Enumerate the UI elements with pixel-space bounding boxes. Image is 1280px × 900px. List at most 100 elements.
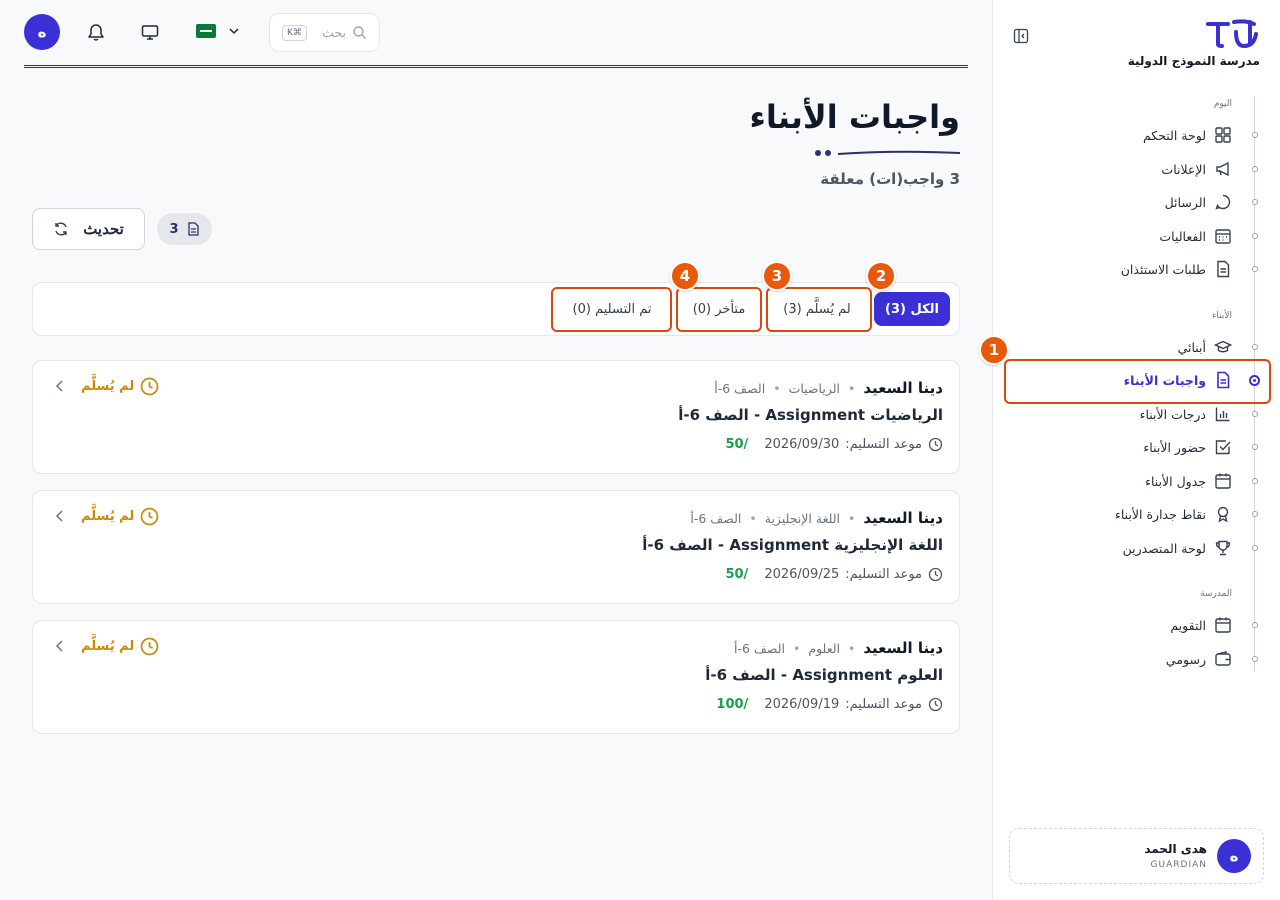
student-name: دينا السعيد: [863, 379, 943, 397]
clock-icon: [928, 567, 943, 582]
search-input[interactable]: بحث K⌘: [269, 13, 380, 52]
calendar-icon: [1215, 617, 1231, 633]
sidebar-item[interactable]: حضور الأبناء: [1012, 431, 1280, 463]
assignment-card[interactable]: دينا السعيد • الرياضيات • الصف 6-أ الريا…: [32, 360, 960, 474]
nav-dot: [1252, 266, 1258, 272]
clock-icon: [928, 697, 943, 712]
nav-dot: [1252, 411, 1258, 417]
tab-all[interactable]: الكل (3): [874, 292, 950, 326]
nav-dot: [1252, 132, 1258, 138]
sidebar-item-label: رسومي: [1165, 651, 1206, 667]
assignment-card[interactable]: دينا السعيد • اللغة الإنجليزية • الصف 6-…: [32, 490, 960, 604]
due-label: موعد التسليم:: [845, 697, 922, 712]
sidebar-item[interactable]: جدول الأبناء: [1012, 465, 1280, 497]
subject-name: العلوم: [808, 640, 841, 656]
assignment-title: الرياضيات Assignment - الصف 6-أ: [678, 406, 943, 424]
due-date: 2026/09/25: [764, 567, 840, 582]
sidebar-item[interactable]: الفعاليات: [1012, 220, 1280, 252]
bar-chart-icon: [1215, 407, 1230, 422]
sidebar-item-label: واجبات الأبناء: [1123, 372, 1206, 388]
sidebar-item[interactable]: واجبات الأبناء: [1012, 364, 1280, 396]
language-selector[interactable]: [196, 24, 240, 38]
refresh-button[interactable]: تحديث: [32, 208, 145, 250]
callout-1: 1: [979, 335, 1009, 365]
callout-2: 2: [866, 261, 896, 291]
sidebar-item-label: الرسائل: [1164, 194, 1206, 210]
sidebar-item[interactable]: التقويم: [1012, 609, 1280, 641]
search-shortcut: K⌘: [282, 24, 307, 41]
section-children: الأبناء: [1212, 311, 1232, 321]
max-points: 50/: [725, 567, 749, 582]
sidebar-item-label: جدول الأبناء: [1145, 473, 1206, 489]
refresh-label: تحديث: [83, 221, 124, 238]
sidebar-item[interactable]: رسومي: [1012, 643, 1280, 675]
document-icon: [187, 222, 199, 236]
max-points: 50/: [725, 437, 749, 452]
tab-not-submitted[interactable]: لم يُسلَّم (3): [766, 292, 868, 326]
assignment-meta: دينا السعيد • الرياضيات • الصف 6-أ: [714, 379, 943, 397]
sidebar-item[interactable]: الرسائل: [1012, 186, 1280, 218]
user-card[interactable]: ه هدى الحمد GUARDIAN: [1009, 828, 1264, 884]
sidebar-item-label: طلبات الاستئذان: [1120, 261, 1206, 277]
due-label: موعد التسليم:: [845, 567, 922, 582]
dashboard-icon: [1215, 127, 1231, 143]
profile-avatar[interactable]: ه: [24, 14, 60, 50]
assignment-title: العلوم Assignment - الصف 6-أ: [705, 666, 943, 684]
sidebar-item[interactable]: أبنائي: [1012, 331, 1280, 363]
title-underline: [815, 150, 960, 156]
chevron-down-icon: [229, 28, 239, 35]
sidebar-item[interactable]: لوحة التحكم: [1012, 119, 1280, 151]
nav-dot: [1252, 545, 1258, 551]
student-name: دينا السعيد: [863, 639, 943, 657]
tab-submitted[interactable]: تم التسليم (0): [552, 292, 672, 326]
clock-icon: [140, 637, 159, 656]
status-badge: لم يُسلَّم: [81, 377, 159, 396]
monitor-icon[interactable]: [140, 22, 160, 42]
chevron-left-icon[interactable]: [53, 379, 67, 393]
separator-dot: •: [792, 640, 801, 656]
nav-dot: [1252, 233, 1258, 239]
bell-icon[interactable]: [86, 22, 106, 42]
sidebar-item-label: الفعاليات: [1159, 228, 1206, 244]
status-label: لم يُسلَّم: [81, 379, 135, 394]
tab-late[interactable]: متأخر (0): [678, 292, 760, 326]
chat-icon: [1215, 194, 1231, 210]
due-label: موعد التسليم:: [845, 437, 922, 452]
nav-dot: [1252, 166, 1258, 172]
page-title: واجبات الأبناء: [749, 98, 960, 136]
sidebar-item-label: أبنائي: [1177, 339, 1206, 355]
clock-icon: [140, 507, 159, 526]
user-name: هدى الحمد: [1144, 842, 1207, 856]
sidebar-item-label: حضور الأبناء: [1143, 439, 1206, 455]
user-avatar: ه: [1217, 839, 1251, 873]
calendar-icon: [1215, 473, 1231, 489]
sidebar-item-label: التقويم: [1170, 617, 1206, 633]
sidebar-item-label: الإعلانات: [1161, 161, 1206, 177]
sidebar-item[interactable]: طلبات الاستئذان: [1012, 253, 1280, 285]
megaphone-icon: [1216, 161, 1229, 177]
section-school: المدرسة: [1200, 589, 1232, 599]
nav-dot: [1252, 344, 1258, 350]
search-icon: [353, 26, 366, 39]
subject-name: اللغة الإنجليزية: [764, 510, 841, 526]
chevron-left-icon[interactable]: [53, 639, 67, 653]
collapse-sidebar-icon[interactable]: [1013, 28, 1029, 44]
sidebar-item[interactable]: نقاط جدارة الأبناء: [1012, 498, 1280, 530]
refresh-icon: [55, 222, 67, 236]
nav-dot: [1252, 444, 1258, 450]
chevron-left-icon[interactable]: [53, 509, 67, 523]
status-badge: لم يُسلَّم: [81, 507, 159, 526]
assignment-meta: دينا السعيد • اللغة الإنجليزية • الصف 6-…: [690, 509, 943, 527]
status-label: لم يُسلَّم: [81, 509, 135, 524]
search-placeholder: بحث: [322, 25, 346, 40]
separator-dot: •: [848, 510, 856, 526]
sidebar-item[interactable]: درجات الأبناء: [1012, 398, 1280, 430]
pending-count-text: 3 واجب(ات) معلقة: [820, 170, 960, 188]
sidebar-item[interactable]: الإعلانات: [1012, 153, 1280, 185]
sidebar-item[interactable]: لوحة المتصدرين: [1012, 532, 1280, 564]
nav-dot: [1252, 511, 1258, 517]
subject-name: الرياضيات: [788, 380, 841, 396]
school-name: مدرسة النموذج الدولية: [1127, 54, 1260, 68]
clock-icon: [140, 377, 159, 396]
assignment-card[interactable]: دينا السعيد • العلوم • الصف 6-أ العلوم A…: [32, 620, 960, 734]
